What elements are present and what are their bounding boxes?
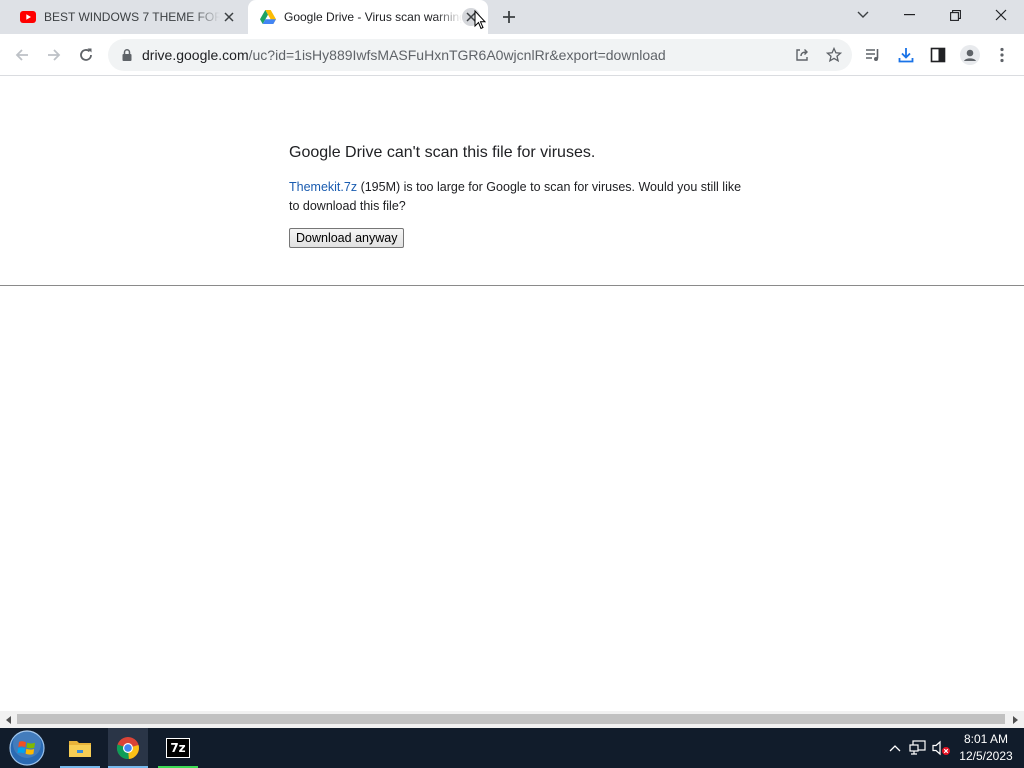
clock-date: 12/5/2023 bbox=[959, 749, 1013, 763]
chrome-icon bbox=[116, 737, 139, 760]
taskbar-file-explorer[interactable] bbox=[60, 728, 100, 768]
restore-icon bbox=[949, 9, 961, 21]
7zip-icon: 7z bbox=[166, 738, 190, 758]
divider bbox=[0, 285, 1024, 286]
taskbar-clock[interactable]: 8:01 AM 12/5/2023 bbox=[952, 731, 1020, 765]
clock-time: 8:01 AM bbox=[963, 732, 1009, 746]
back-button[interactable] bbox=[8, 41, 36, 69]
page-content: Google Drive can't scan this file for vi… bbox=[0, 77, 1024, 711]
browser-toolbar: drive.google.com/uc?id=1isHy889IwfsMASFu… bbox=[0, 34, 1024, 76]
tab-strip: BEST WINDOWS 7 THEME FOR WINDOWS 10 Goog… bbox=[0, 0, 1024, 34]
network-icon bbox=[909, 740, 926, 755]
bookmark-star-icon[interactable] bbox=[824, 45, 844, 65]
tab-youtube[interactable]: BEST WINDOWS 7 THEME FOR WINDOWS 10 bbox=[8, 0, 246, 34]
reload-icon bbox=[80, 48, 92, 61]
page-heading: Google Drive can't scan this file for vi… bbox=[289, 144, 596, 161]
taskbar-chrome[interactable] bbox=[108, 728, 148, 768]
new-tab-button[interactable] bbox=[497, 5, 521, 29]
tab-search-button[interactable] bbox=[840, 0, 886, 30]
volume-button[interactable] bbox=[930, 728, 952, 768]
scroll-right-button[interactable] bbox=[1007, 711, 1024, 728]
profile-button[interactable] bbox=[956, 41, 984, 69]
scrollbar-thumb[interactable] bbox=[17, 714, 1005, 724]
google-drive-icon bbox=[260, 9, 276, 25]
tab-close-icon[interactable] bbox=[220, 8, 238, 26]
close-icon bbox=[995, 9, 1007, 21]
message-text: (195M) is too large for Google to scan f… bbox=[289, 180, 742, 213]
url-path: /uc?id=1isHy889IwfsMASFuHxnTGR6A0wjcnlRr… bbox=[248, 47, 666, 63]
address-bar[interactable]: drive.google.com/uc?id=1isHy889IwfsMASFu… bbox=[108, 39, 852, 71]
restore-button[interactable] bbox=[932, 0, 978, 30]
forward-button[interactable] bbox=[40, 41, 68, 69]
horizontal-scrollbar[interactable] bbox=[0, 711, 1024, 728]
tab-google-drive[interactable]: Google Drive - Virus scan warning bbox=[248, 0, 488, 34]
warning-message: Themekit.7z (195M) is too large for Goog… bbox=[289, 178, 749, 216]
side-panel-icon bbox=[930, 47, 946, 63]
minimize-icon bbox=[903, 14, 915, 16]
tab-title: BEST WINDOWS 7 THEME FOR WINDOWS 10 bbox=[44, 10, 220, 24]
triangle-left-icon bbox=[6, 715, 11, 724]
start-button[interactable] bbox=[8, 730, 46, 766]
download-icon bbox=[898, 48, 914, 63]
taskbar: 7z 8:01 AM 12/5/2023 bbox=[0, 728, 1024, 768]
downloads-button[interactable] bbox=[892, 41, 920, 69]
media-list-icon bbox=[866, 49, 879, 61]
virus-scan-warning: Google Drive can't scan this file for vi… bbox=[289, 144, 749, 248]
minimize-button[interactable] bbox=[886, 0, 932, 30]
url-host: drive.google.com bbox=[142, 47, 249, 63]
forward-arrow-icon bbox=[48, 49, 61, 61]
file-explorer-icon bbox=[69, 741, 91, 757]
show-hidden-icons-button[interactable] bbox=[884, 728, 906, 768]
download-anyway-button[interactable]: Download anyway bbox=[289, 228, 405, 248]
mouse-cursor-icon bbox=[474, 10, 486, 30]
triangle-right-icon bbox=[1013, 715, 1018, 724]
scroll-left-button[interactable] bbox=[0, 711, 17, 728]
side-panel-button[interactable] bbox=[924, 41, 952, 69]
chevron-up-icon bbox=[889, 745, 901, 752]
avatar-icon bbox=[960, 45, 980, 65]
chevron-down-icon bbox=[857, 11, 869, 18]
share-icon[interactable] bbox=[792, 45, 812, 65]
youtube-icon bbox=[20, 9, 36, 25]
tab-title: Google Drive - Virus scan warning bbox=[284, 10, 462, 24]
network-button[interactable] bbox=[907, 728, 929, 768]
volume-muted-icon bbox=[932, 740, 950, 756]
reading-list-button[interactable] bbox=[859, 41, 887, 69]
url-text[interactable]: drive.google.com/uc?id=1isHy889IwfsMASFu… bbox=[142, 47, 666, 63]
windows-orb-icon bbox=[9, 730, 45, 766]
back-arrow-icon bbox=[15, 49, 28, 61]
reload-button[interactable] bbox=[72, 41, 100, 69]
close-window-button[interactable] bbox=[978, 0, 1024, 30]
lock-icon[interactable] bbox=[120, 48, 134, 62]
file-name-link[interactable]: Themekit.7z bbox=[289, 180, 357, 194]
taskbar-7zip[interactable]: 7z bbox=[158, 728, 198, 768]
menu-button[interactable] bbox=[988, 41, 1016, 69]
kebab-menu-icon bbox=[1000, 47, 1004, 63]
